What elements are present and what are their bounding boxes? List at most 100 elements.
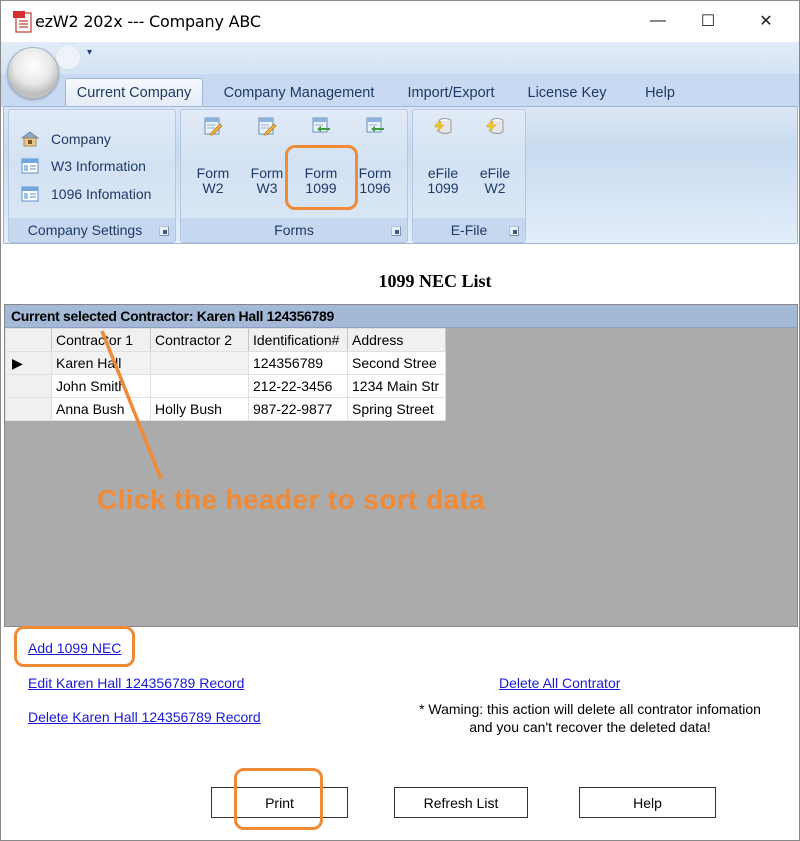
cell-identification[interactable]: 987-22-9877 [248, 397, 348, 421]
group-label-text: Forms [274, 222, 314, 238]
cell-contractor-2[interactable] [150, 374, 249, 398]
row-selector[interactable]: ▶ [5, 351, 52, 375]
tab-import-export[interactable]: Import/Export [397, 78, 505, 107]
close-icon: ✕ [759, 13, 773, 30]
1096-information-label: 1096 Infomation [51, 186, 152, 202]
refresh-list-button[interactable]: Refresh List [394, 787, 528, 818]
table-row[interactable]: John Smith 212-22-3456 1234 Main Str [5, 374, 446, 398]
efile-database-icon [433, 116, 453, 136]
form-w3-button[interactable]: Form W3 [239, 114, 295, 200]
cell-address[interactable]: Second Stree [347, 351, 446, 375]
warning-line-1: * Waming: this action will delete all co… [419, 701, 761, 717]
tab-company-management[interactable]: Company Management [213, 78, 385, 107]
cell-contractor-2[interactable]: Holly Bush [150, 397, 249, 421]
tab-label: Import/Export [407, 84, 495, 101]
cell-identification[interactable]: 212-22-3456 [248, 374, 348, 398]
row-selector[interactable] [5, 374, 52, 398]
print-label: Print [265, 794, 294, 811]
contractor-table: Contractor 1 Contractor 2 Identification… [5, 328, 446, 421]
close-button[interactable]: ✕ [743, 1, 789, 41]
form-list-icon [21, 186, 39, 202]
ribbon-header [1, 42, 799, 74]
ribbon-group-efile: eFile 1099 eFile W2 E-File [412, 109, 526, 243]
cell-address[interactable]: 1234 Main Str [347, 374, 446, 398]
tab-label: Company Management [223, 84, 375, 101]
quick-access-dropdown-icon[interactable]: ▾ [87, 47, 92, 58]
company-label: Company [51, 131, 111, 147]
maximize-button[interactable]: ☐ [685, 1, 731, 41]
group-label-text: Company Settings [27, 222, 143, 238]
form-1099-label: Form 1099 [304, 165, 338, 196]
maximize-icon: ☐ [700, 13, 716, 30]
group-label: Company Settings [9, 218, 175, 242]
form-1096-label: Form 1096 [358, 165, 392, 196]
column-header-identification[interactable]: Identification# [248, 328, 348, 352]
row-selector[interactable] [5, 397, 52, 421]
group-label: E-File [413, 218, 525, 242]
form-w2-button[interactable]: Form W2 [185, 114, 241, 200]
add-1099-nec-link[interactable]: Add 1099 NEC [28, 640, 121, 656]
tab-help[interactable]: Help [631, 78, 689, 107]
efile-1099-button[interactable]: eFile 1099 [415, 114, 471, 200]
tab-current-company[interactable]: Current Company [65, 78, 203, 107]
edit-record-link[interactable]: Edit Karen Hall 124356789 Record [28, 675, 244, 691]
tab-label: License Key [527, 84, 607, 101]
app-icon [13, 11, 33, 33]
1096-information-button[interactable]: 1096 Infomation [21, 183, 151, 205]
print-button[interactable]: Print [211, 787, 348, 818]
cell-address[interactable]: Spring Street [347, 397, 446, 421]
minimize-icon: — [650, 12, 666, 29]
help-label: Help [633, 794, 662, 811]
table-header-row: Contractor 1 Contractor 2 Identification… [5, 328, 446, 352]
contractor-grid[interactable]: Current selected Contractor: Karen Hall … [4, 304, 798, 627]
column-header-contractor-1[interactable]: Contractor 1 [51, 328, 151, 352]
table-row[interactable]: Anna Bush Holly Bush 987-22-9877 Spring … [5, 397, 446, 421]
row-header-corner [5, 328, 52, 352]
cell-contractor-1[interactable]: Anna Bush [51, 397, 151, 421]
column-header-contractor-2[interactable]: Contractor 2 [150, 328, 249, 352]
app-window: ezW2 202x --- Company ABC — ☐ ✕ ▾ Curren… [0, 0, 800, 841]
ribbon-group-forms: Form W2 Form W3 Form 1099 Form 1096 Forms [180, 109, 408, 243]
cell-contractor-1[interactable]: John Smith [51, 374, 151, 398]
form-w2-label: Form W2 [196, 165, 230, 196]
company-button[interactable]: Company [20, 128, 111, 150]
window-title: ezW2 202x --- Company ABC [35, 12, 261, 31]
form-pencil-icon [203, 116, 223, 136]
w3-information-button[interactable]: W3 Information [21, 155, 146, 177]
delete-all-warning: * Waming: this action will delete all co… [405, 700, 775, 736]
form-arrow-icon [311, 116, 331, 136]
delete-record-link[interactable]: Delete Karen Hall 124356789 Record [28, 709, 261, 725]
selected-contractor-caption: Current selected Contractor: Karen Hall … [5, 305, 797, 328]
form-w3-label: Form W3 [250, 165, 284, 196]
cell-contractor-1[interactable]: Karen Hall [51, 351, 151, 375]
efile-w2-button[interactable]: eFile W2 [467, 114, 523, 200]
sort-hint-annotation: Click the header to sort data [97, 484, 486, 515]
ribbon-group-company-settings: Company W3 Information 1096 Infomation C… [8, 109, 176, 243]
help-button[interactable]: Help [579, 787, 716, 818]
form-list-icon [21, 158, 39, 174]
page-title: 1099 NEC List [378, 271, 492, 291]
refresh-list-label: Refresh List [423, 794, 499, 811]
dialog-launcher-icon[interactable] [391, 226, 401, 236]
w3-information-label: W3 Information [51, 158, 146, 174]
efile-database-icon [485, 116, 505, 136]
minimize-button[interactable]: — [635, 1, 681, 41]
form-1096-button[interactable]: Form 1096 [347, 114, 403, 200]
table-row[interactable]: ▶ Karen Hall 124356789 Second Stree [5, 351, 446, 375]
tab-license-key[interactable]: License Key [517, 78, 617, 107]
dialog-launcher-icon[interactable] [159, 226, 169, 236]
application-orb-button[interactable] [7, 47, 59, 99]
dialog-launcher-icon[interactable] [509, 226, 519, 236]
efile-1099-label: eFile 1099 [427, 165, 459, 196]
orb-shadow [55, 44, 81, 70]
group-label: Forms [181, 218, 407, 242]
form-1099-button[interactable]: Form 1099 [293, 114, 349, 200]
tab-label: Help [645, 84, 675, 101]
tab-label: Current Company [76, 85, 192, 101]
title-bar: ezW2 202x --- Company ABC — ☐ ✕ [1, 1, 799, 43]
cell-identification[interactable]: 124356789 [248, 351, 348, 375]
column-header-address[interactable]: Address [347, 328, 446, 352]
current-row-arrow-icon: ▶ [12, 354, 23, 371]
delete-all-contractor-link[interactable]: Delete All Contrator [499, 675, 620, 691]
cell-contractor-2[interactable] [150, 351, 249, 375]
